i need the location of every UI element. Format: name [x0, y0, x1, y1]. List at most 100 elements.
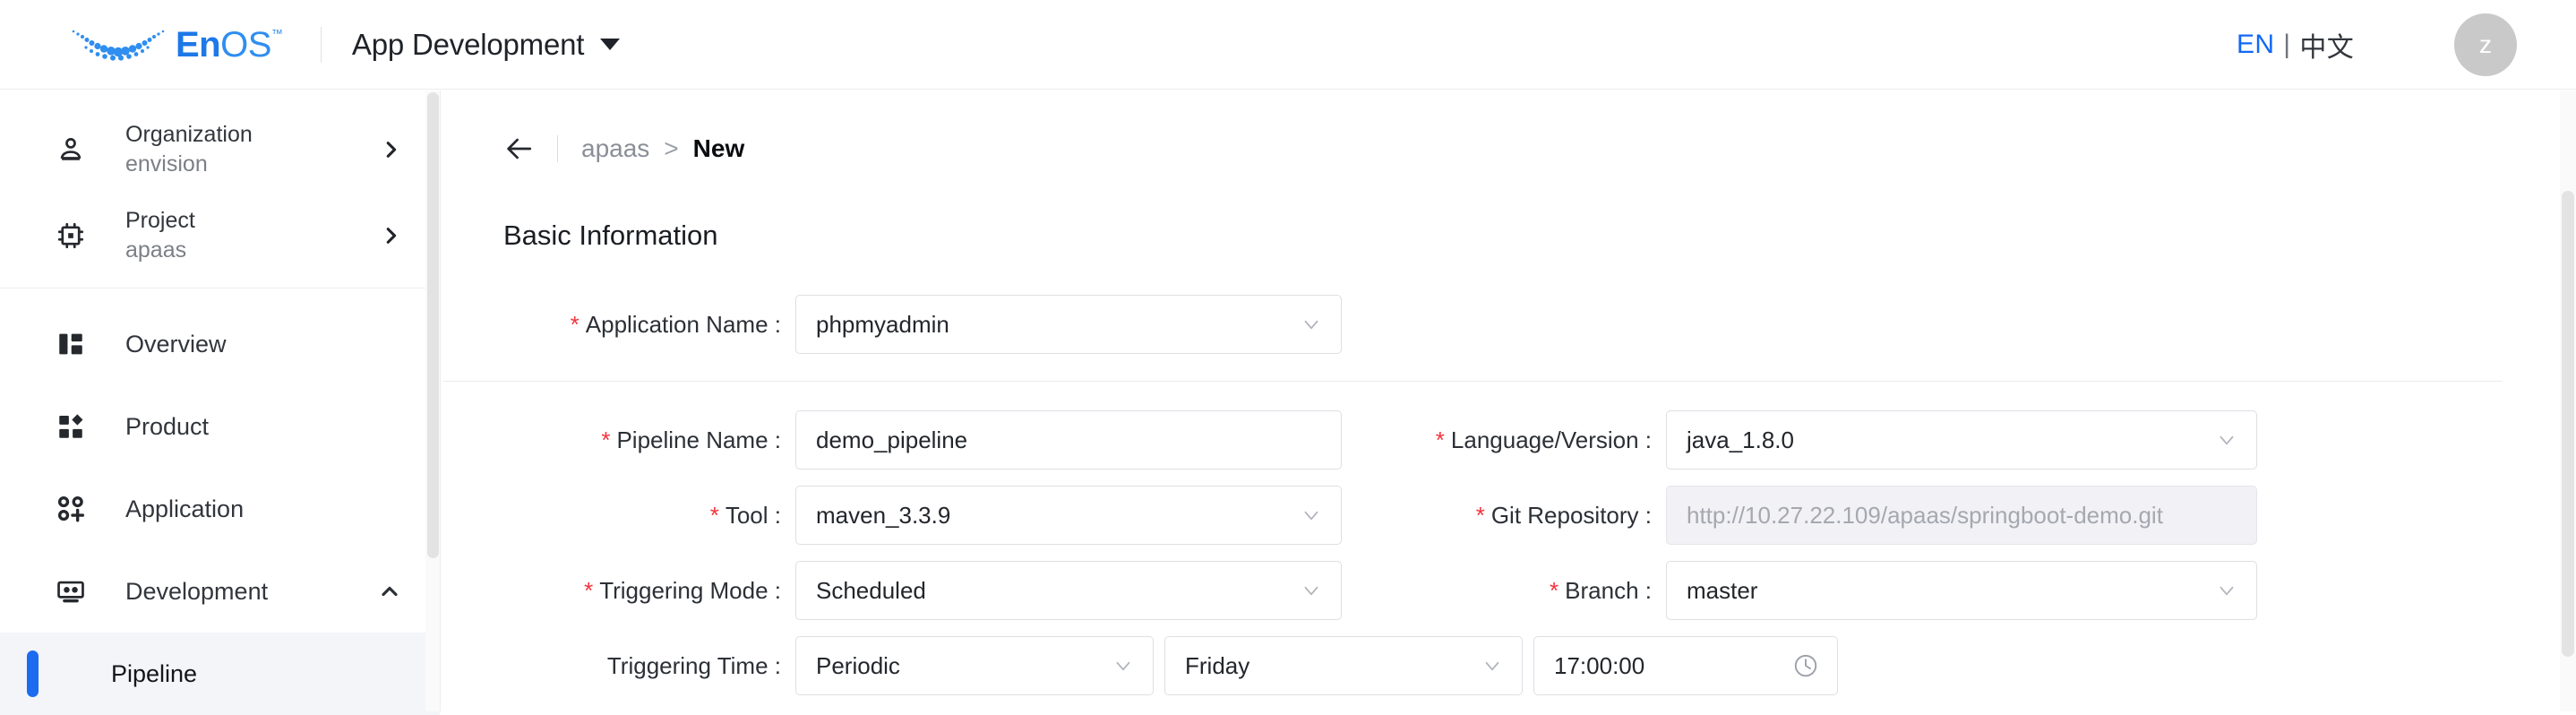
main-scrollbar-thumb[interactable]: [2562, 191, 2574, 657]
sidebar-project-value: apaas: [125, 237, 187, 263]
required-asterisk: *: [1475, 501, 1485, 529]
form-row-pipeline-language: * Pipeline Name : demo_pipeline * Language…: [442, 410, 2576, 469]
basic-information-form: * Application Name : phpmyadmin * Pipeline…: [442, 295, 2576, 695]
chevron-down-icon: [1112, 654, 1135, 677]
required-asterisk: *: [1550, 576, 1559, 604]
sidebar-divider: [0, 288, 440, 289]
language-zh-button[interactable]: 中文: [2299, 25, 2354, 65]
required-asterisk: *: [1435, 426, 1445, 453]
sidebar-organization-label: Organization: [125, 122, 253, 147]
triggering-mode-label: * Triggering Mode :: [584, 576, 781, 604]
header-divider: [320, 26, 322, 63]
sidebar-context-section: Organization envision Project apaas: [0, 90, 440, 279]
required-asterisk: *: [709, 501, 719, 529]
pipeline-name-value: demo_pipeline: [816, 426, 968, 453]
triggering-mode-value: Scheduled: [816, 576, 926, 604]
sidebar-item-product[interactable]: Product: [0, 385, 440, 468]
sidebar-organization-text: Organization envision: [125, 120, 253, 179]
sidebar-item-development[interactable]: Development: [0, 550, 440, 633]
application-name-label: * Application Name :: [570, 310, 781, 338]
brand-wordmark: En OS ™: [176, 26, 283, 64]
triggering-day-value: Friday: [1185, 651, 1250, 679]
brand-logo[interactable]: En OS ™: [68, 23, 283, 66]
language-en-button[interactable]: EN: [2237, 30, 2274, 60]
required-asterisk: *: [601, 426, 611, 453]
sidebar-scrollbar-track[interactable]: [425, 90, 440, 711]
sidebar-pipeline-label: Pipeline: [111, 659, 198, 687]
sidebar: Organization envision Project apaas Over…: [0, 90, 441, 715]
sidebar-item-pipeline[interactable]: Pipeline: [0, 633, 440, 715]
sidebar-item-application[interactable]: Application: [0, 468, 440, 550]
clock-icon[interactable]: [1792, 652, 1819, 679]
form-section-divider: [443, 381, 2503, 382]
chevron-down-icon: [1300, 579, 1323, 602]
chevron-up-icon[interactable]: [379, 581, 400, 602]
triggering-frequency-value: Periodic: [816, 651, 900, 679]
organization-icon: [56, 134, 91, 165]
language-separator: |: [2283, 29, 2291, 59]
chevron-right-icon[interactable]: [381, 140, 400, 159]
form-row-trigger-branch: *Triggering Mode : Scheduled *Branch :: [442, 561, 2576, 620]
app-header: En OS ™ App Development EN | 中文 z: [0, 0, 2576, 90]
language-version-value: java_1.8.0: [1687, 426, 1794, 453]
triggering-time-value: 17:00:00: [1554, 651, 1645, 679]
chevron-down-icon: [1481, 654, 1504, 677]
sidebar-item-organization[interactable]: Organization envision: [0, 107, 440, 193]
pipeline-name-input[interactable]: demo_pipeline: [795, 410, 1342, 469]
avatar[interactable]: z: [2454, 13, 2517, 76]
sidebar-item-project[interactable]: Project apaas: [0, 193, 440, 279]
form-row-application-name: * Application Name : phpmyadmin: [442, 295, 2576, 354]
enos-logo-icon: [72, 30, 165, 61]
breadcrumb-current: New: [692, 134, 745, 162]
breadcrumb: apaas > New: [442, 90, 2576, 164]
chevron-down-icon: [1300, 313, 1323, 336]
git-repository-input: http://10.27.22.109/apaas/springboot-dem…: [1666, 486, 2257, 545]
chevron-down-icon: [2215, 428, 2238, 452]
overview-icon: [56, 329, 91, 359]
application-icon: [56, 494, 91, 524]
sidebar-product-label: Product: [125, 412, 210, 440]
application-name-select[interactable]: phpmyadmin: [795, 295, 1342, 354]
triggering-time-input[interactable]: 17:00:00: [1533, 636, 1838, 695]
sidebar-item-overview[interactable]: Overview: [0, 303, 440, 385]
brand-os: OS: [220, 24, 271, 65]
triggering-day-select[interactable]: Friday: [1164, 636, 1523, 695]
branch-label: * Branch :: [1550, 576, 1652, 604]
product-icon: [56, 411, 91, 442]
selected-indicator: [27, 650, 39, 697]
sidebar-scrollbar-thumb[interactable]: [427, 92, 439, 558]
main-scrollbar-track[interactable]: [2560, 90, 2576, 711]
chevron-down-icon: [600, 39, 621, 50]
form-row-tool-git: * Tool : maven_3.3.9 * Git Repository : h: [442, 486, 2576, 545]
application-name-value: phpmyadmin: [816, 310, 949, 338]
app-switcher[interactable]: App Development: [352, 28, 621, 62]
language-version-select[interactable]: java_1.8.0: [1666, 410, 2257, 469]
git-repository-value: http://10.27.22.109/apaas/springboot-dem…: [1687, 501, 2163, 529]
sidebar-project-label: Project: [125, 208, 195, 233]
breadcrumb-parent[interactable]: apaas: [581, 134, 649, 163]
project-chip-icon: [56, 220, 91, 251]
main-content: apaas > New Basic Information * Applicati…: [442, 90, 2576, 711]
triggering-frequency-select[interactable]: Periodic: [795, 636, 1154, 695]
tool-select[interactable]: maven_3.3.9: [795, 486, 1342, 545]
page-title: Basic Information: [503, 220, 718, 251]
tool-label: * Tool :: [709, 501, 781, 529]
chevron-down-icon: [2215, 579, 2238, 602]
form-row-triggering-time: Triggering Time : Periodic Friday 17:00:…: [442, 636, 2576, 695]
git-repository-label: * Git Repository :: [1475, 501, 1652, 529]
brand-trademark: ™: [270, 26, 283, 40]
required-asterisk: *: [584, 576, 594, 604]
tool-value: maven_3.3.9: [816, 501, 951, 529]
arrow-left-icon[interactable]: [503, 134, 534, 164]
triggering-mode-select[interactable]: Scheduled: [795, 561, 1342, 620]
sidebar-project-text: Project apaas: [125, 206, 195, 265]
sidebar-overview-label: Overview: [125, 330, 227, 358]
branch-select[interactable]: master: [1666, 561, 2257, 620]
pipeline-name-label: * Pipeline Name :: [601, 426, 781, 453]
chevron-right-icon[interactable]: [381, 226, 400, 246]
sidebar-organization-value: envision: [125, 151, 208, 177]
header-actions: EN | 中文 z: [2237, 13, 2517, 76]
sidebar-development-label: Development: [125, 577, 269, 605]
sidebar-application-label: Application: [125, 495, 245, 522]
breadcrumb-divider: [557, 135, 558, 162]
